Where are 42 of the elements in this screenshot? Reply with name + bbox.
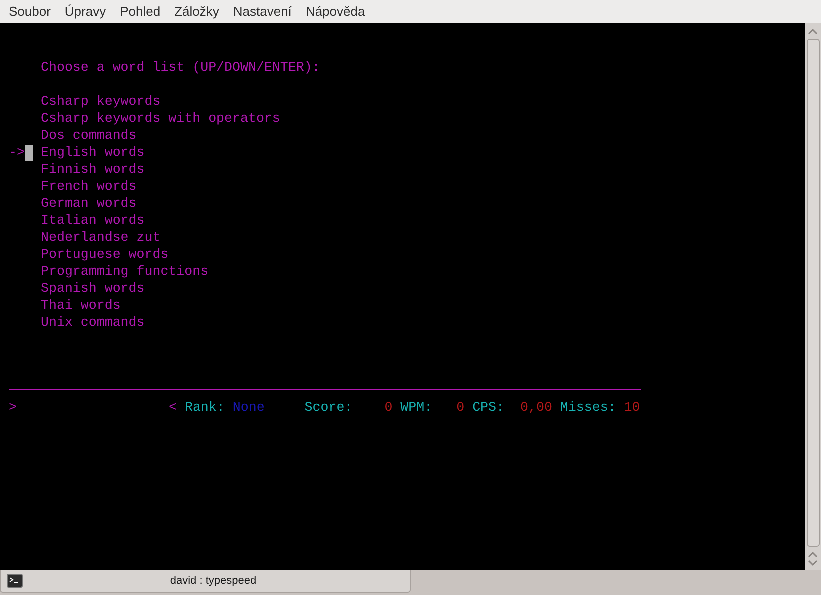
menu-item[interactable]: Záložky xyxy=(174,2,220,22)
scrollbar-thumb[interactable] xyxy=(806,39,820,547)
heading-text: Choose a word list (UP/DOWN/ENTER): xyxy=(41,60,320,75)
word-list-item[interactable]: Finnish words xyxy=(41,161,145,178)
scrollbar[interactable] xyxy=(805,23,821,570)
word-list-item[interactable]: Csharp keywords xyxy=(41,93,161,110)
word-list-item[interactable]: French words xyxy=(41,178,137,195)
word-list-item[interactable]: Italian words xyxy=(41,212,145,229)
menu-item[interactable]: Nastavení xyxy=(233,2,292,22)
pointer-text: -> xyxy=(9,144,25,161)
word-list-item[interactable]: Dos commands xyxy=(41,127,137,144)
misses-label: Misses: xyxy=(560,399,616,416)
scroll-down-icon[interactable] xyxy=(808,559,818,567)
marker-text: < xyxy=(168,399,177,416)
scroll-up-icon[interactable] xyxy=(808,28,818,36)
scroll-up-icon[interactable] xyxy=(808,551,818,559)
word-list-item[interactable]: English words xyxy=(41,144,145,161)
terminal-icon xyxy=(7,574,23,588)
score-label: Score: xyxy=(304,399,353,416)
wpm-value: 0 xyxy=(456,399,465,416)
rank-value: None xyxy=(232,399,265,416)
menu-item[interactable]: Úpravy xyxy=(64,2,106,22)
word-list-item[interactable]: Programming functions xyxy=(41,263,209,280)
word-list-item[interactable]: Unix commands xyxy=(41,314,145,331)
wpm-label: WPM: xyxy=(400,399,433,416)
rank-label: Rank: xyxy=(184,399,225,416)
cps-label: CPS: xyxy=(472,399,504,416)
word-list-item[interactable]: Thai words xyxy=(41,297,121,314)
word-list-item[interactable]: Portuguese words xyxy=(41,246,169,263)
word-list-item[interactable]: German words xyxy=(41,195,137,212)
cps-value: 0,00 xyxy=(520,399,552,416)
score-value: 0 xyxy=(384,399,393,416)
tab-label: david : typespeed xyxy=(169,574,258,589)
terminal-tab[interactable]: david : typespeed xyxy=(0,570,411,593)
word-list-item[interactable]: Nederlandse zut xyxy=(41,229,161,246)
menu-item[interactable]: Nápověda xyxy=(306,2,366,22)
word-list-item[interactable]: Spanish words xyxy=(41,280,145,297)
prompt-text: > xyxy=(9,399,17,416)
menu-item[interactable]: Pohled xyxy=(120,2,161,22)
menu-item[interactable]: Soubor xyxy=(9,2,51,22)
word-list-item[interactable]: Csharp keywords with operators xyxy=(41,110,280,127)
misses-value: 10 xyxy=(624,399,640,416)
